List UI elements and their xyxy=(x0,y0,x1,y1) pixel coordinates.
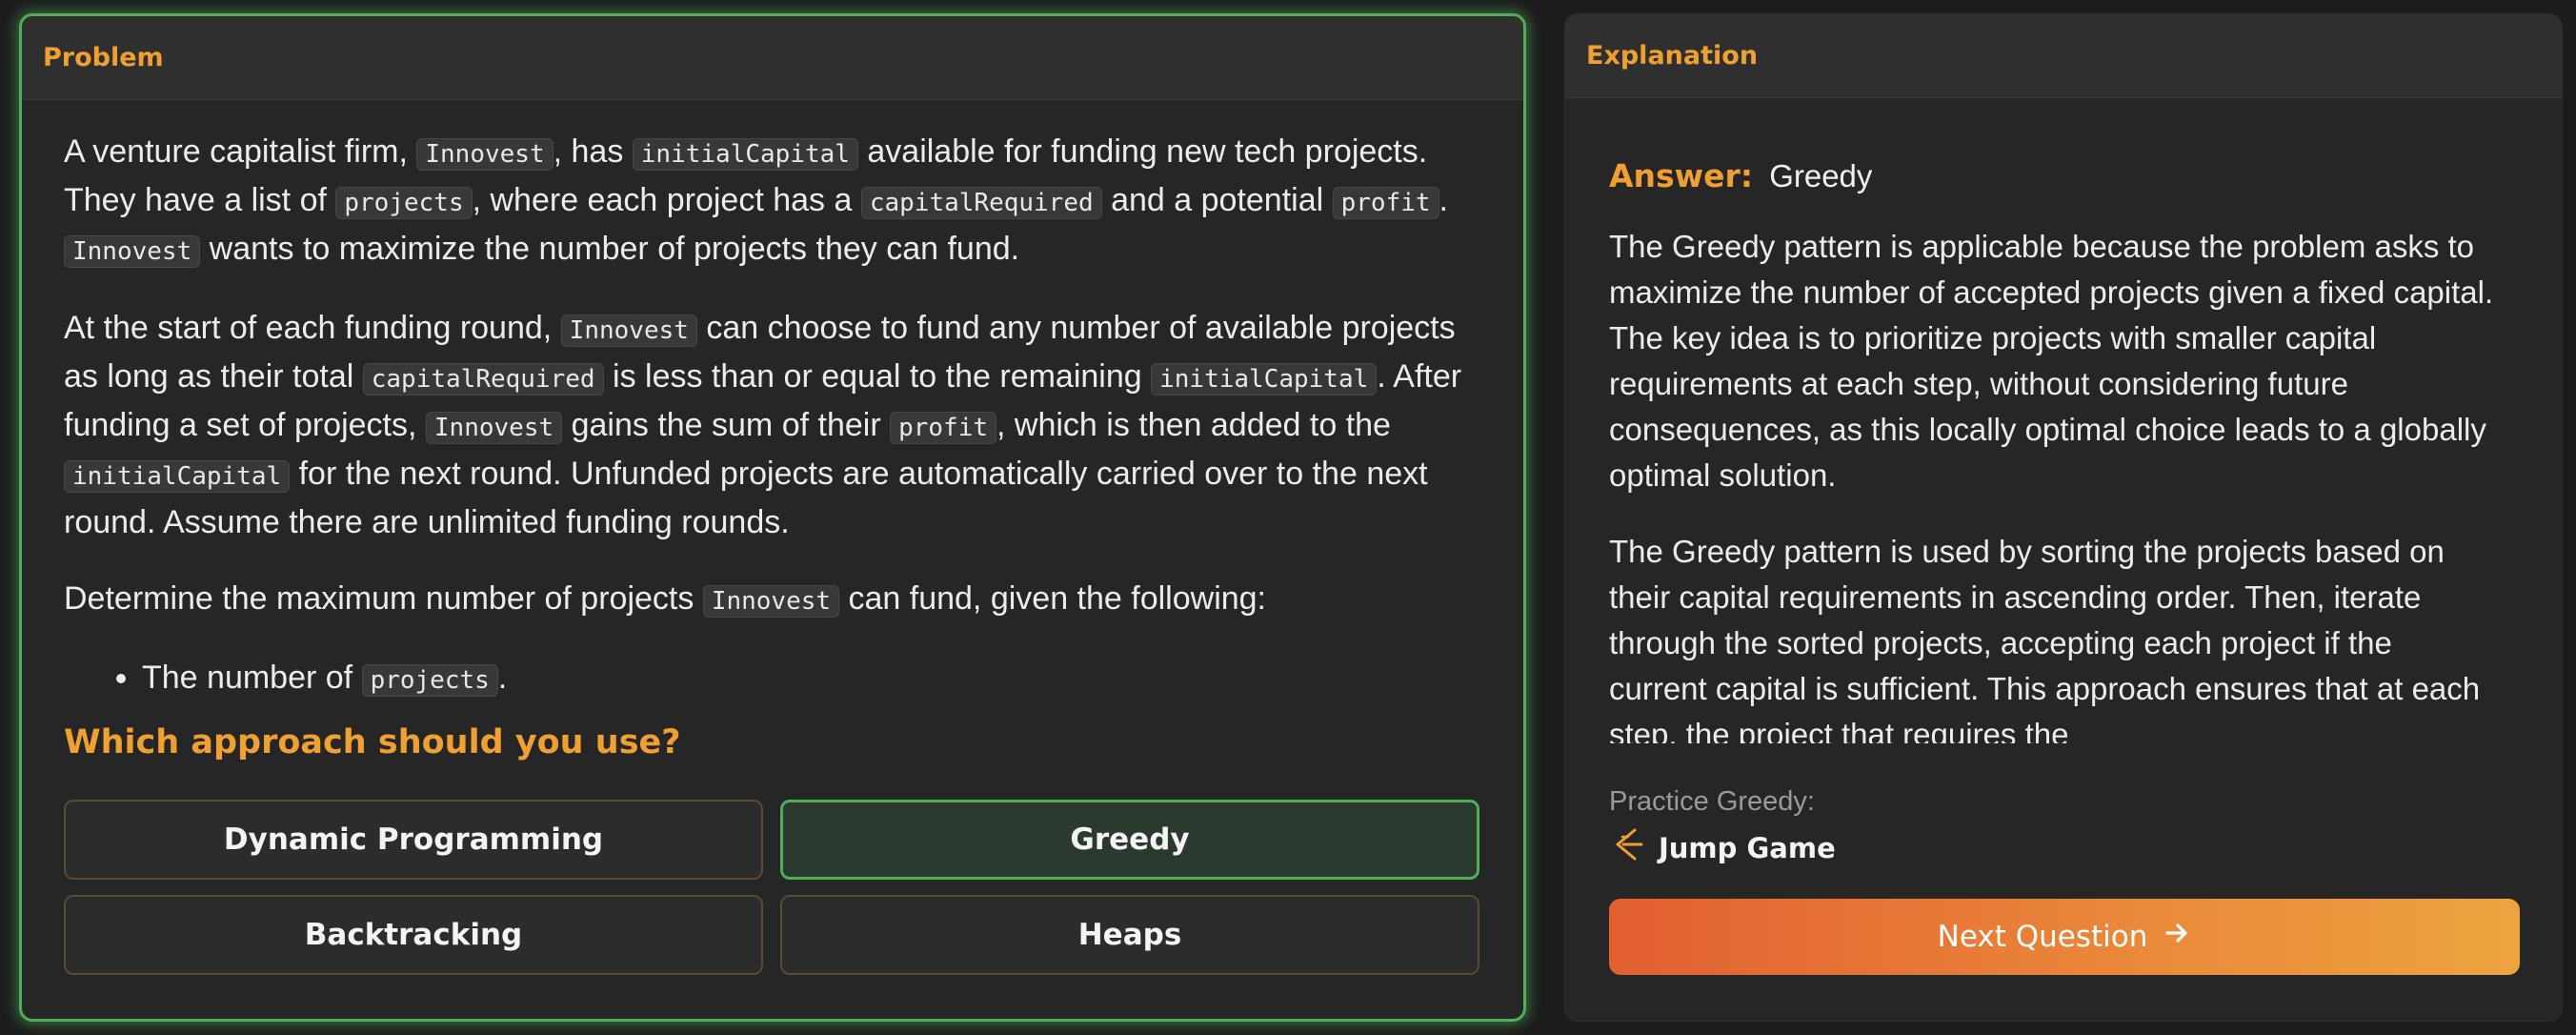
problem-paragraph-2: At the start of each funding round, Inno… xyxy=(64,310,1462,540)
option-greedy[interactable]: Greedy xyxy=(780,800,1479,880)
explanation-header: Explanation xyxy=(1565,14,2562,98)
code-capital-required: capitalRequired xyxy=(362,363,604,396)
code-initial-capital: initialCapital xyxy=(632,138,858,171)
practice-label: Practice Greedy: xyxy=(1609,786,1815,817)
code-innovest: Innovest xyxy=(64,235,201,268)
constraints-list: The number of projects. xyxy=(64,655,1483,703)
code-innovest: Innovest xyxy=(702,585,840,618)
explanation-panel: Explanation Answer: Greedy The Greedy pa… xyxy=(1564,13,2563,1022)
code-projects: projects xyxy=(335,187,473,219)
code-innovest: Innovest xyxy=(416,138,553,171)
problem-header: Problem xyxy=(22,16,1523,100)
option-heaps[interactable]: Heaps xyxy=(780,895,1479,975)
option-dynamic-programming[interactable]: Dynamic Programming xyxy=(64,800,763,880)
code-profit: profit xyxy=(1332,187,1439,219)
list-item: The number of projects. xyxy=(142,655,1483,703)
next-question-label: Next Question xyxy=(1937,920,2148,954)
explanation-text[interactable]: The Greedy pattern is applicable because… xyxy=(1609,224,2495,743)
practice-link-jump-game[interactable]: Jump Game xyxy=(1609,826,1836,869)
code-innovest: Innovest xyxy=(425,412,563,444)
explanation-paragraph-2: The Greedy pattern is used by sorting th… xyxy=(1609,534,2481,743)
code-projects: projects xyxy=(361,664,498,697)
problem-paragraph-3: Determine the maximum number of projects… xyxy=(64,580,1267,618)
answer-label: Answer: xyxy=(1609,157,1754,194)
problem-statement: A venture capitalist firm, Innovest, has… xyxy=(64,129,1483,705)
code-initial-capital: initialCapital xyxy=(1151,363,1378,396)
answer-value: Greedy xyxy=(1769,158,1873,193)
code-initial-capital: initialCapital xyxy=(64,460,291,493)
next-question-button[interactable]: Next Question xyxy=(1609,899,2520,975)
greedy-pattern-icon xyxy=(1609,826,1645,869)
explanation-paragraph-1: The Greedy pattern is applicable because… xyxy=(1609,229,2494,493)
code-innovest: Innovest xyxy=(560,315,697,347)
option-backtracking[interactable]: Backtracking xyxy=(64,895,763,975)
practice-link-label: Jump Game xyxy=(1659,831,1836,864)
arrow-right-icon xyxy=(2163,919,2191,955)
question-prompt: Which approach should you use? xyxy=(64,723,681,761)
answer-line: Answer: Greedy xyxy=(1609,157,1872,194)
problem-paragraph-1: A venture capitalist firm, Innovest, has… xyxy=(64,133,1448,268)
code-profit: profit xyxy=(890,412,997,444)
code-capital-required: capitalRequired xyxy=(860,187,1102,219)
answer-options: Dynamic Programming Greedy Backtracking … xyxy=(64,800,1481,975)
problem-panel: Problem A venture capitalist firm, Innov… xyxy=(19,13,1526,1022)
